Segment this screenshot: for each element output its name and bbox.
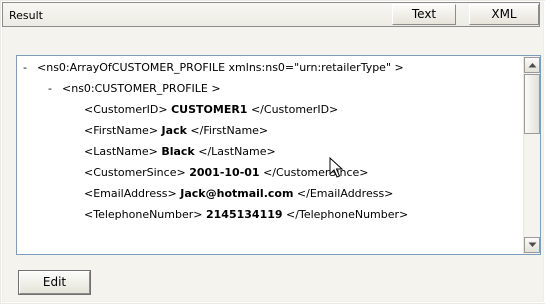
field-close-tag: </EmailAddress> [296,187,394,200]
field-value: Jack@hotmail.com [180,187,294,200]
field-open-tag: <EmailAddress> [84,187,177,200]
field-open-tag: <LastName> [84,145,158,158]
scroll-up-button[interactable] [524,57,540,73]
field-row-last-name: <LastName> Black </LastName> [84,143,276,161]
xml-view-button[interactable]: XML [469,4,539,25]
field-close-tag: </LastName> [198,145,276,158]
field-value: CUSTOMER1 [171,103,248,116]
field-value: 2001-10-01 [189,166,260,179]
result-header: Result Text XML [2,2,540,27]
edit-button[interactable]: Edit [19,271,90,294]
field-row-customer-since: <CustomerSince> 2001-10-01 </CustomerSin… [84,164,368,182]
xml-tree: - <ns0:ArrayOfCUSTOMER_PROFILE xmlns:ns0=… [17,56,522,254]
tree-row-root[interactable]: - <ns0:ArrayOfCUSTOMER_PROFILE xmlns:ns0=… [23,59,404,77]
field-row-first-name: <FirstName> Jack </FirstName> [84,122,268,140]
scrollbar-thumb[interactable] [524,74,540,134]
collapse-root-toggle[interactable]: - [23,59,37,77]
text-view-button[interactable]: Text [392,4,456,25]
field-close-tag: </CustomerSince> [263,166,369,179]
field-close-tag: </TelephoneNumber> [286,208,409,221]
customer-profile-element-text: <ns0:CUSTOMER_PROFILE > [62,82,221,95]
field-row-email-address: <EmailAddress> Jack@hotmail.com </EmailA… [84,185,393,203]
field-value: Black [161,145,195,158]
field-value: 2145134119 [206,208,283,221]
field-close-tag: </CustomerID> [250,103,339,116]
field-close-tag: </FirstName> [190,124,269,137]
root-element-text: <ns0:ArrayOfCUSTOMER_PROFILE xmlns:ns0="… [37,61,404,74]
field-value: Jack [161,124,187,137]
arrow-down-icon [528,242,537,247]
vertical-scrollbar[interactable] [523,56,540,254]
tree-row-customer-profile[interactable]: - <ns0:CUSTOMER_PROFILE > [48,80,221,98]
xml-viewer[interactable]: - <ns0:ArrayOfCUSTOMER_PROFILE xmlns:ns0=… [16,55,541,255]
collapse-customer-profile-toggle[interactable]: - [48,80,62,98]
field-open-tag: <CustomerID> [84,103,168,116]
field-open-tag: <FirstName> [84,124,159,137]
field-open-tag: <TelephoneNumber> [84,208,203,221]
field-row-customer-id: <CustomerID> CUSTOMER1 </CustomerID> [84,101,338,119]
scroll-down-button[interactable] [524,237,540,253]
result-title: Result [9,9,43,22]
arrow-up-icon [528,63,537,68]
field-row-telephone-number: <TelephoneNumber> 2145134119 </Telephone… [84,206,408,224]
field-open-tag: <CustomerSince> [84,166,186,179]
mouse-pointer-icon [329,157,344,178]
